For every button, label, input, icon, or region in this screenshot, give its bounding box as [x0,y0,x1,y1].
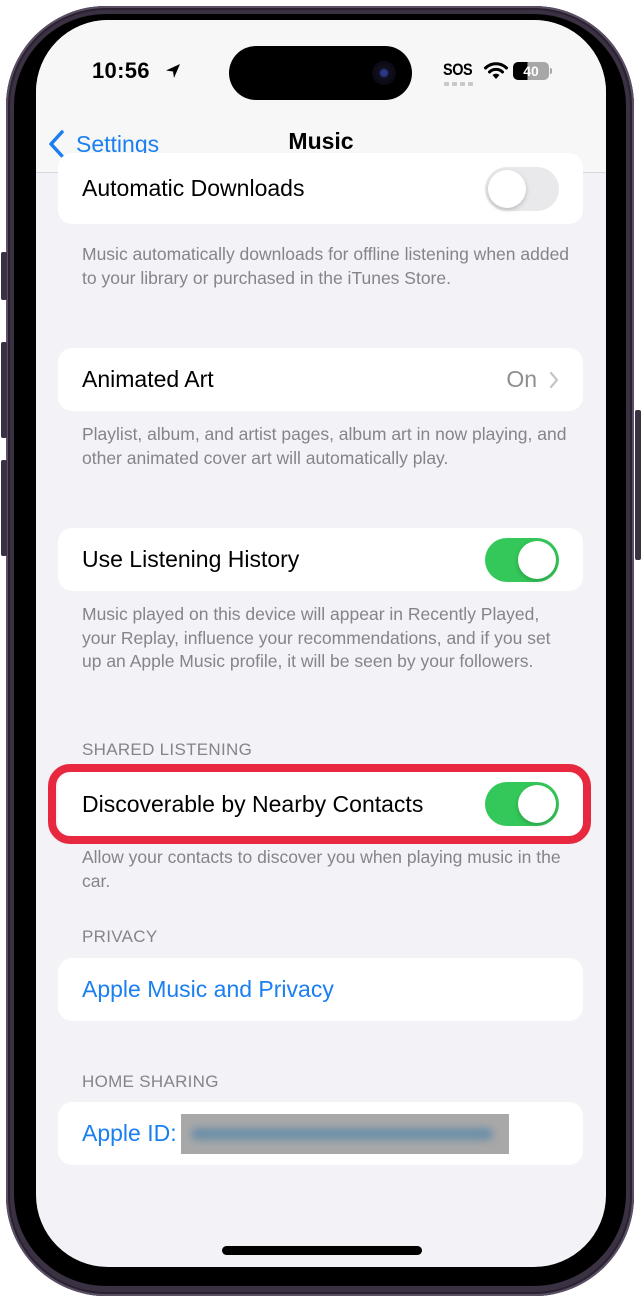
automatic-downloads-label: Automatic Downloads [82,175,305,201]
shared-listening-footer: Allow your contacts to discover you when… [82,847,561,891]
apple-id-row[interactable]: Apple ID: [58,1102,583,1165]
signal-dots [444,82,473,86]
listening-history-toggle[interactable] [485,537,559,582]
discoverable-toggle[interactable] [485,782,559,826]
status-time: 10:56 [92,58,150,83]
volume-up-button [1,342,7,438]
page-title: Music [288,128,354,154]
automatic-downloads-toggle[interactable] [485,166,559,211]
listening-history-row: Use Listening History [58,528,583,591]
automatic-downloads-footer: Music automatically downloads for offlin… [82,244,570,288]
toggle-knob [488,169,526,208]
listening-history-footer: Music played on this device will appear … [82,604,551,671]
side-button [635,410,641,560]
sos-indicator: SOS [443,60,473,79]
animated-art-row[interactable]: Animated Art On [58,348,583,411]
volume-down-button [1,460,7,556]
privacy-header: PRIVACY [82,927,158,946]
camera-icon [372,61,396,85]
discoverable-row: Discoverable by Nearby Contacts [58,772,583,836]
apple-music-privacy-link[interactable]: Apple Music and Privacy [82,976,334,1003]
animated-art-footer: Playlist, album, and artist pages, album… [82,424,567,468]
dynamic-island [229,46,412,100]
location-arrow-icon [166,64,180,78]
status-bar: 10:56 SOS 40 [36,20,606,120]
apple-music-privacy-row[interactable]: Apple Music and Privacy [58,958,583,1021]
screen: 10:56 SOS 40 Settings Music Automatic Do… [36,20,606,1267]
discoverable-label: Discoverable by Nearby Contacts [82,790,424,817]
listening-history-label: Use Listening History [82,546,300,572]
redacted-apple-id [180,1113,509,1154]
animated-art-value: On [506,366,537,392]
wifi-icon [484,62,508,79]
automatic-downloads-row: Automatic Downloads [58,153,583,224]
action-button [1,252,7,300]
battery-indicator: 40 [513,62,549,80]
toggle-knob [518,785,556,823]
apple-id-label: Apple ID: [82,1120,177,1146]
chevron-right-icon [549,371,559,388]
battery-tip [550,68,552,74]
animated-art-label: Animated Art [82,366,214,392]
shared-listening-header: SHARED LISTENING [82,740,253,759]
toggle-knob [518,540,556,579]
home-indicator[interactable] [222,1246,422,1255]
home-sharing-header: HOME SHARING [82,1072,219,1091]
